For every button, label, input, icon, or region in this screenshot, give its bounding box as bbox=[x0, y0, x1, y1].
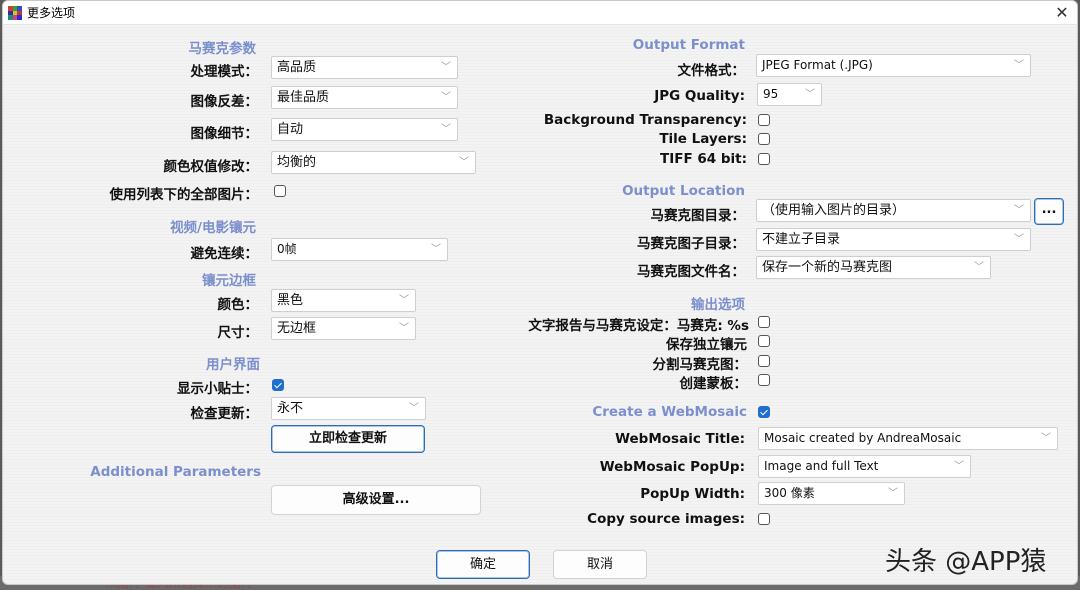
chevron-down-icon: ﹀ bbox=[441, 62, 451, 73]
border-color-label: 颜色： bbox=[217, 297, 259, 313]
cancel-button[interactable]: 取消 bbox=[553, 550, 647, 579]
section-output-format: Output Format bbox=[632, 37, 745, 53]
popup-width-select[interactable]: 300 像素 ﹀ bbox=[758, 482, 905, 505]
create-webmosaic-checkbox[interactable] bbox=[758, 406, 770, 418]
chevron-down-icon: ﹀ bbox=[1014, 205, 1024, 216]
title-bar: 更多选项 ✕ bbox=[3, 1, 1077, 25]
tile-layers-checkbox[interactable] bbox=[758, 133, 770, 145]
close-icon: ✕ bbox=[1055, 3, 1069, 22]
file-format-select[interactable]: JPEG Format (.JPG) ﹀ bbox=[756, 54, 1031, 77]
ok-button[interactable]: 确定 bbox=[436, 550, 530, 579]
check-updates-select[interactable]: 永不 ﹀ bbox=[271, 397, 426, 420]
tile-layers-label: Tile Layers: bbox=[659, 131, 747, 147]
section-mosaic-params: 马赛克参数 bbox=[188, 41, 257, 57]
processing-mode-label: 处理模式： bbox=[190, 64, 259, 80]
check-updates-label: 检查更新： bbox=[190, 406, 259, 422]
chevron-down-icon: ﹀ bbox=[974, 262, 984, 273]
tiff64-label: TIFF 64 bit: bbox=[659, 151, 747, 167]
file-format-label: 文件格式： bbox=[677, 63, 746, 79]
processing-mode-select[interactable]: 高品质 ﹀ bbox=[271, 56, 458, 79]
browse-button[interactable]: ... bbox=[1034, 198, 1064, 225]
section-video-tiles: 视频/电影镶元 bbox=[170, 220, 256, 236]
close-button[interactable]: ✕ bbox=[1051, 3, 1073, 23]
chevron-down-icon: ﹀ bbox=[805, 89, 815, 100]
mosaic-subdir-label: 马赛克图子目录： bbox=[637, 236, 745, 252]
chevron-down-icon: ﹀ bbox=[1014, 234, 1024, 245]
image-detail-select[interactable]: 自动 ﹀ bbox=[271, 118, 458, 141]
mosaic-dir-label: 马赛克图目录： bbox=[650, 208, 746, 224]
watermark: 头条 @APP猿 bbox=[885, 547, 1047, 577]
color-weight-label: 颜色权值修改： bbox=[163, 159, 259, 175]
window-title: 更多选项 bbox=[27, 6, 76, 20]
mosaic-filename-label: 马赛克图文件名： bbox=[637, 264, 745, 280]
chevron-down-icon: ﹀ bbox=[888, 488, 898, 499]
chevron-down-icon: ﹀ bbox=[441, 124, 451, 135]
check-now-button[interactable]: 立即检查更新 bbox=[271, 425, 425, 453]
chevron-down-icon: ﹀ bbox=[1014, 60, 1024, 71]
create-mask-checkbox[interactable] bbox=[758, 374, 770, 386]
bg-transparency-label: Background Transparency: bbox=[543, 112, 747, 128]
webmosaic-title-select[interactable]: Mosaic created by AndreaMosaic ﹀ bbox=[758, 427, 1058, 450]
section-output-location: Output Location bbox=[622, 183, 745, 199]
webmosaic-title-label: WebMosaic Title: bbox=[615, 431, 745, 447]
border-size-label: 尺寸： bbox=[217, 325, 259, 341]
chevron-down-icon: ﹀ bbox=[1041, 433, 1051, 444]
use-all-images-checkbox[interactable] bbox=[274, 185, 286, 197]
mosaic-subdir-select[interactable]: 不建立子目录 ﹀ bbox=[756, 228, 1031, 251]
mosaic-filename-select[interactable]: 保存一个新的马赛克图 ﹀ bbox=[756, 256, 991, 279]
advanced-settings-button[interactable]: 高级设置... bbox=[271, 485, 481, 515]
image-detail-label: 图像细节： bbox=[190, 126, 259, 142]
border-color-select[interactable]: 黑色 ﹀ bbox=[271, 289, 416, 312]
popup-width-label: PopUp Width: bbox=[640, 486, 745, 502]
section-user-interface: 用户界面 bbox=[206, 357, 260, 373]
section-output-options: 输出选项 bbox=[691, 297, 745, 313]
border-size-select[interactable]: 无边框 ﹀ bbox=[271, 317, 416, 340]
app-icon bbox=[8, 6, 22, 20]
show-tips-checkbox[interactable] bbox=[272, 379, 284, 391]
text-report-label: 文字报告与马赛克设定：马赛克: %s bbox=[528, 318, 749, 334]
show-tips-label: 显示小贴士： bbox=[177, 381, 258, 397]
section-create-webmosaic: Create a WebMosaic bbox=[592, 404, 747, 420]
bg-transparency-checkbox[interactable] bbox=[758, 114, 770, 126]
section-tile-border: 镶元边框 bbox=[202, 273, 256, 289]
copy-source-label: Copy source images: bbox=[587, 511, 745, 527]
avoid-consecutive-select[interactable]: 0帧 ﹀ bbox=[271, 238, 448, 261]
app-icon-cell bbox=[17, 15, 22, 20]
webmosaic-popup-select[interactable]: Image and full Text ﹀ bbox=[758, 455, 971, 478]
text-report-checkbox[interactable] bbox=[758, 316, 770, 328]
use-all-images-label: 使用列表下的全部图片： bbox=[109, 187, 259, 203]
image-contrast-label: 图像反差： bbox=[190, 94, 259, 110]
jpg-quality-label: JPG Quality: bbox=[654, 88, 745, 104]
more-options-dialog: 更多选项 ✕ 马赛克参数 处理模式： 高品质 ﹀ 图像反差： 最佳品质 ﹀ 图像细节… bbox=[2, 0, 1078, 585]
save-tiles-checkbox[interactable] bbox=[758, 335, 770, 347]
mosaic-dir-select[interactable]: （使用输入图片的目录） ﹀ bbox=[756, 199, 1031, 222]
chevron-down-icon: ﹀ bbox=[409, 403, 419, 414]
chevron-down-icon: ﹀ bbox=[399, 295, 409, 306]
avoid-consecutive-label: 避免连续： bbox=[190, 246, 259, 262]
chevron-down-icon: ﹀ bbox=[399, 323, 409, 334]
jpg-quality-select[interactable]: 95 ﹀ bbox=[757, 83, 822, 106]
chevron-down-icon: ﹀ bbox=[459, 157, 469, 168]
chevron-down-icon: ﹀ bbox=[954, 461, 964, 472]
chevron-down-icon: ﹀ bbox=[431, 244, 441, 255]
chevron-down-icon: ﹀ bbox=[441, 92, 451, 103]
tiff64-checkbox[interactable] bbox=[758, 153, 770, 165]
section-additional-parameters: Additional Parameters bbox=[90, 464, 261, 480]
split-mosaic-label: 分割马赛克图： bbox=[652, 357, 748, 373]
split-mosaic-checkbox[interactable] bbox=[758, 355, 770, 367]
webmosaic-popup-label: WebMosaic PopUp: bbox=[599, 459, 745, 475]
image-contrast-select[interactable]: 最佳品质 ﹀ bbox=[271, 86, 458, 109]
create-mask-label: 创建蒙板： bbox=[679, 376, 748, 392]
color-weight-select[interactable]: 均衡的 ﹀ bbox=[271, 151, 476, 174]
save-tiles-label: 保存独立镶元 bbox=[666, 337, 747, 353]
copy-source-checkbox[interactable] bbox=[758, 513, 770, 525]
